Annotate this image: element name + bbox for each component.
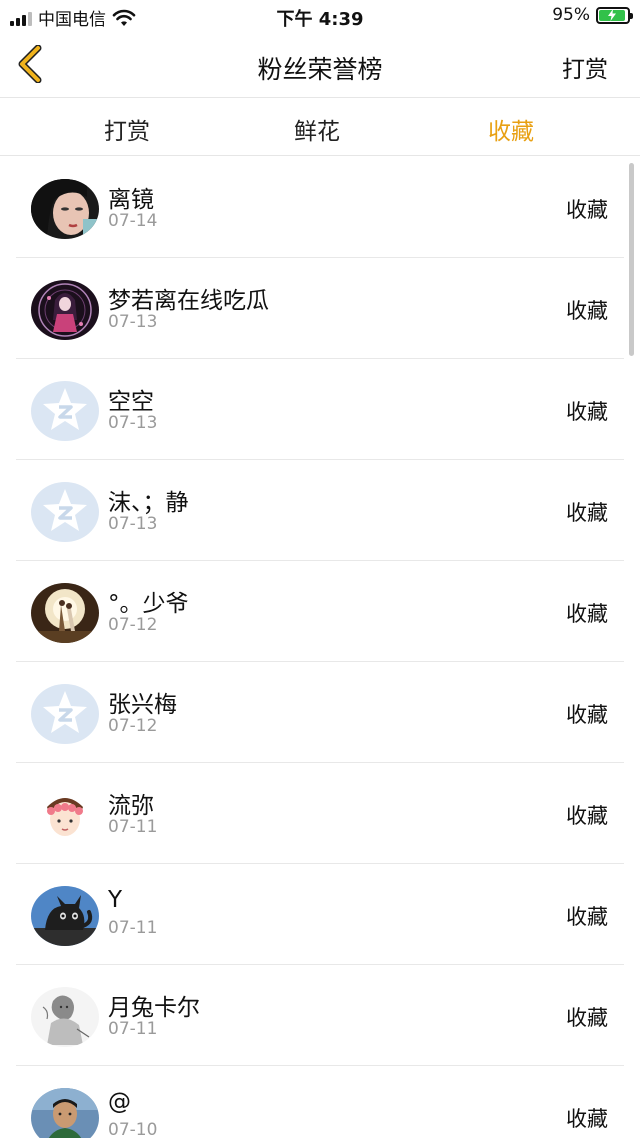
- fan-date: 07-10: [108, 1120, 158, 1138]
- fan-action: 收藏: [566, 905, 608, 929]
- status-right: 95%: [552, 5, 633, 25]
- list-item[interactable]: 梦若离在线吃瓜 07-13 收藏: [16, 258, 624, 359]
- fan-name: 沫、；静: [108, 490, 189, 516]
- avatar: [31, 280, 99, 340]
- reward-button[interactable]: 打赏: [562, 50, 608, 84]
- avatar: [31, 381, 99, 441]
- list-item[interactable]: 流弥 07-11 收藏: [16, 763, 624, 864]
- fan-name: 张兴梅: [108, 692, 177, 718]
- fan-action: 收藏: [566, 703, 608, 727]
- fan-date: 07-12: [108, 716, 158, 736]
- fan-date: 07-13: [108, 514, 158, 534]
- photo-avatar-man-icon: [31, 1088, 99, 1138]
- status-time: 下午 4:39: [276, 9, 364, 30]
- fan-name: 梦若离在线吃瓜: [108, 288, 269, 314]
- list-item[interactable]: °。少爷 07-12 收藏: [16, 561, 624, 662]
- cat-avatar-icon: [31, 886, 99, 946]
- tab-bar: 打赏 鲜花 收藏: [0, 98, 640, 156]
- fan-name: Y: [108, 887, 123, 913]
- avatar: [31, 179, 99, 239]
- list-item[interactable]: 空空 07-13 收藏: [16, 359, 624, 460]
- fan-date: 07-13: [108, 312, 158, 332]
- battery-icon: [596, 6, 633, 24]
- list-item[interactable]: Y 07-11 收藏: [16, 864, 624, 965]
- avatar: [31, 886, 99, 946]
- fan-date: 07-13: [108, 413, 158, 433]
- fan-action: 收藏: [566, 501, 608, 525]
- fan-name: °。少爷: [108, 591, 189, 617]
- fan-action: 收藏: [566, 1006, 608, 1030]
- nav-bar: 粉丝荣誉榜 打赏: [0, 34, 640, 98]
- fan-action: 收藏: [566, 198, 608, 222]
- tab-favorites[interactable]: 收藏: [488, 112, 534, 146]
- fan-name: @: [108, 1089, 131, 1115]
- fan-date: 07-11: [108, 918, 158, 938]
- list-item[interactable]: 沫、；静 07-13 收藏: [16, 460, 624, 561]
- list-item[interactable]: 离镜 07-14 收藏: [16, 157, 624, 258]
- battery-percent: 95%: [552, 5, 590, 25]
- tab-reward[interactable]: 打赏: [104, 112, 150, 146]
- fan-action: 收藏: [566, 299, 608, 323]
- fan-name: 离镜: [108, 187, 154, 213]
- sketch-avatar-icon: [31, 987, 99, 1047]
- tab-flowers[interactable]: 鲜花: [294, 112, 340, 146]
- fan-date: 07-12: [108, 615, 158, 635]
- default-star-avatar-icon: [31, 684, 99, 744]
- cartoon-avatar-icon: [31, 785, 99, 845]
- photo-avatar-couple-icon: [31, 583, 99, 643]
- page-title: 粉丝荣誉榜: [257, 55, 383, 84]
- fans-list: 离镜 07-14 收藏 梦若离在线吃瓜 07-13 收藏 空空 07-13 收藏…: [0, 157, 640, 1138]
- fan-date: 07-11: [108, 1019, 158, 1039]
- list-item[interactable]: 张兴梅 07-12 收藏: [16, 662, 624, 763]
- fan-name: 流弥: [108, 793, 154, 819]
- anime-avatar-icon: [31, 280, 99, 340]
- fan-date: 07-14: [108, 211, 158, 231]
- fan-action: 收藏: [566, 400, 608, 424]
- avatar: [31, 785, 99, 845]
- avatar: [31, 482, 99, 542]
- charging-bolt-icon: [608, 9, 617, 21]
- avatar: [31, 987, 99, 1047]
- fan-action: 收藏: [566, 1107, 608, 1131]
- status-bar: 中国电信 下午 4:39 95%: [0, 0, 640, 34]
- photo-avatar-woman-icon: [31, 179, 99, 239]
- fan-action: 收藏: [566, 602, 608, 626]
- avatar: [31, 684, 99, 744]
- avatar: [31, 1088, 99, 1138]
- fan-action: 收藏: [566, 804, 608, 828]
- avatar: [31, 583, 99, 643]
- scrollbar[interactable]: [629, 163, 634, 356]
- list-item[interactable]: @ 07-10 收藏: [16, 1066, 624, 1138]
- default-star-avatar-icon: [31, 381, 99, 441]
- fan-name: 月兔卡尔: [108, 995, 200, 1021]
- fan-name: 空空: [108, 389, 154, 415]
- default-star-avatar-icon: [31, 482, 99, 542]
- fan-date: 07-11: [108, 817, 158, 837]
- list-item[interactable]: 月兔卡尔 07-11 收藏: [16, 965, 624, 1066]
